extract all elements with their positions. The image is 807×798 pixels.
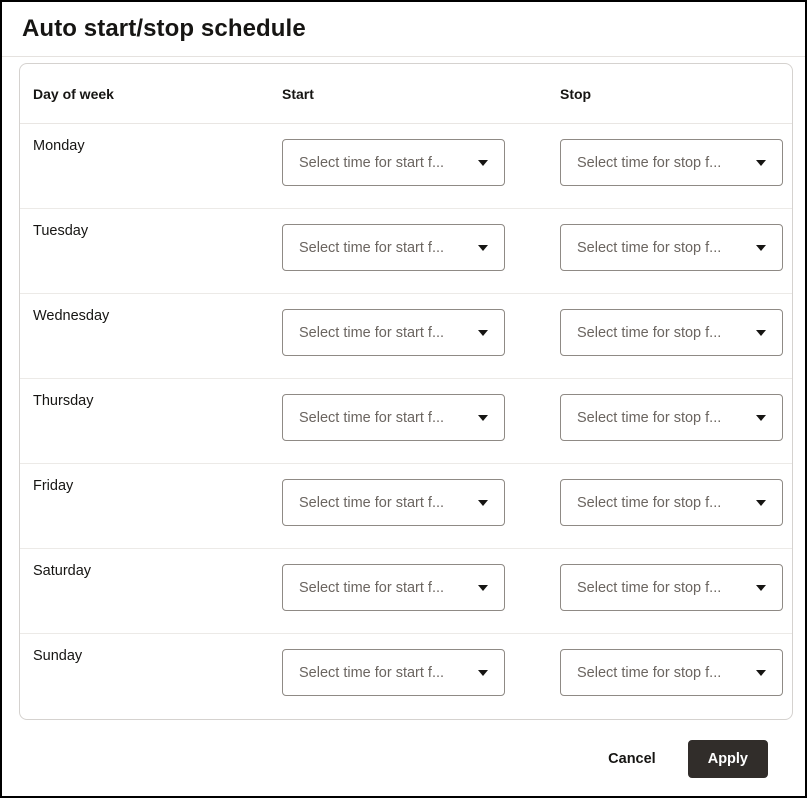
stop-time-select[interactable]: Select time for stop f... bbox=[560, 649, 783, 696]
day-label: Wednesday bbox=[33, 294, 282, 324]
table-row: Sunday Select time for start f... Select… bbox=[20, 634, 792, 719]
select-placeholder-text: Select time for start f... bbox=[299, 325, 444, 341]
chevron-down-icon bbox=[756, 160, 766, 166]
table-row: Saturday Select time for start f... Sele… bbox=[20, 549, 792, 634]
stop-time-select[interactable]: Select time for stop f... bbox=[560, 309, 783, 356]
day-label: Saturday bbox=[33, 549, 282, 579]
start-cell: Select time for start f... bbox=[282, 294, 560, 356]
chevron-down-icon bbox=[756, 670, 766, 676]
dialog-footer: Cancel Apply bbox=[606, 740, 768, 778]
start-time-select[interactable]: Select time for start f... bbox=[282, 139, 505, 186]
start-cell: Select time for start f... bbox=[282, 549, 560, 611]
day-label: Thursday bbox=[33, 379, 282, 409]
table-header-row: Day of week Start Stop bbox=[20, 64, 792, 124]
stop-time-select[interactable]: Select time for stop f... bbox=[560, 139, 783, 186]
select-placeholder-text: Select time for stop f... bbox=[577, 580, 721, 596]
stop-cell: Select time for stop f... bbox=[560, 634, 783, 696]
start-time-select[interactable]: Select time for start f... bbox=[282, 564, 505, 611]
day-label: Tuesday bbox=[33, 209, 282, 239]
cancel-button[interactable]: Cancel bbox=[606, 745, 658, 773]
select-placeholder-text: Select time for start f... bbox=[299, 155, 444, 171]
chevron-down-icon bbox=[756, 245, 766, 251]
select-placeholder-text: Select time for stop f... bbox=[577, 155, 721, 171]
chevron-down-icon bbox=[478, 330, 488, 336]
stop-cell: Select time for stop f... bbox=[560, 464, 783, 526]
day-label: Monday bbox=[33, 124, 282, 154]
apply-button[interactable]: Apply bbox=[688, 740, 768, 778]
chevron-down-icon bbox=[478, 415, 488, 421]
dialog-header: Auto start/stop schedule bbox=[2, 2, 805, 57]
chevron-down-icon bbox=[756, 500, 766, 506]
column-header-stop: Stop bbox=[560, 86, 779, 102]
chevron-down-icon bbox=[478, 160, 488, 166]
select-placeholder-text: Select time for stop f... bbox=[577, 240, 721, 256]
select-placeholder-text: Select time for start f... bbox=[299, 495, 444, 511]
start-cell: Select time for start f... bbox=[282, 124, 560, 186]
select-placeholder-text: Select time for start f... bbox=[299, 580, 444, 596]
stop-cell: Select time for stop f... bbox=[560, 294, 783, 356]
dialog-title: Auto start/stop schedule bbox=[22, 15, 306, 43]
table-row: Thursday Select time for start f... Sele… bbox=[20, 379, 792, 464]
select-placeholder-text: Select time for start f... bbox=[299, 410, 444, 426]
table-row: Tuesday Select time for start f... Selec… bbox=[20, 209, 792, 294]
start-time-select[interactable]: Select time for start f... bbox=[282, 309, 505, 356]
stop-cell: Select time for stop f... bbox=[560, 549, 783, 611]
chevron-down-icon bbox=[756, 585, 766, 591]
start-time-select[interactable]: Select time for start f... bbox=[282, 649, 505, 696]
start-cell: Select time for start f... bbox=[282, 464, 560, 526]
start-cell: Select time for start f... bbox=[282, 209, 560, 271]
chevron-down-icon bbox=[478, 500, 488, 506]
stop-time-select[interactable]: Select time for stop f... bbox=[560, 394, 783, 441]
table-row: Monday Select time for start f... Select… bbox=[20, 124, 792, 209]
chevron-down-icon bbox=[756, 330, 766, 336]
day-label: Friday bbox=[33, 464, 282, 494]
select-placeholder-text: Select time for stop f... bbox=[577, 495, 721, 511]
select-placeholder-text: Select time for stop f... bbox=[577, 325, 721, 341]
stop-cell: Select time for stop f... bbox=[560, 124, 783, 186]
select-placeholder-text: Select time for stop f... bbox=[577, 410, 721, 426]
stop-time-select[interactable]: Select time for stop f... bbox=[560, 479, 783, 526]
chevron-down-icon bbox=[478, 585, 488, 591]
day-label: Sunday bbox=[33, 634, 282, 664]
start-time-select[interactable]: Select time for start f... bbox=[282, 394, 505, 441]
chevron-down-icon bbox=[756, 415, 766, 421]
table-row: Friday Select time for start f... Select… bbox=[20, 464, 792, 549]
auto-start-stop-dialog: Auto start/stop schedule Day of week Sta… bbox=[0, 0, 807, 798]
select-placeholder-text: Select time for start f... bbox=[299, 240, 444, 256]
chevron-down-icon bbox=[478, 245, 488, 251]
chevron-down-icon bbox=[478, 670, 488, 676]
stop-time-select[interactable]: Select time for stop f... bbox=[560, 224, 783, 271]
table-row: Wednesday Select time for start f... Sel… bbox=[20, 294, 792, 379]
start-time-select[interactable]: Select time for start f... bbox=[282, 224, 505, 271]
schedule-table: Day of week Start Stop Monday Select tim… bbox=[19, 63, 793, 720]
column-header-start: Start bbox=[282, 86, 560, 102]
column-header-day-of-week: Day of week bbox=[33, 86, 282, 102]
stop-cell: Select time for stop f... bbox=[560, 379, 783, 441]
start-cell: Select time for start f... bbox=[282, 634, 560, 696]
select-placeholder-text: Select time for stop f... bbox=[577, 665, 721, 681]
stop-time-select[interactable]: Select time for stop f... bbox=[560, 564, 783, 611]
select-placeholder-text: Select time for start f... bbox=[299, 665, 444, 681]
start-cell: Select time for start f... bbox=[282, 379, 560, 441]
stop-cell: Select time for stop f... bbox=[560, 209, 783, 271]
start-time-select[interactable]: Select time for start f... bbox=[282, 479, 505, 526]
